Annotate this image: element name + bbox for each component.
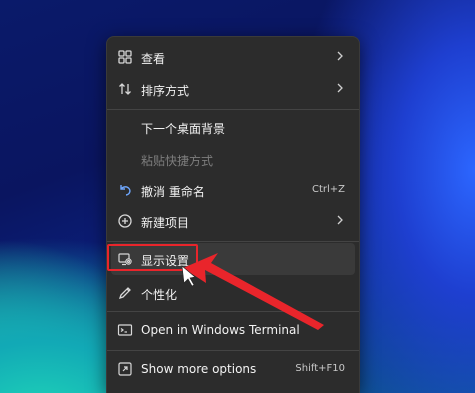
chevron-right-icon — [337, 215, 343, 225]
chevron-right-icon — [337, 51, 343, 61]
highlight-box — [107, 244, 198, 271]
menu-item-label: 新建项目 — [141, 216, 190, 230]
new-item-icon — [117, 213, 133, 229]
menu-item-label: 下一个桌面背景 — [141, 122, 226, 136]
separator — [107, 350, 359, 351]
grid-icon — [117, 49, 133, 65]
menu-item-label: 撤消 重命名 — [141, 185, 205, 199]
menu-item-label: Show more options — [141, 362, 257, 376]
menu-item-label: 查看 — [141, 52, 166, 66]
menu-item-undo-rename[interactable]: 撤消 重命名 Ctrl+Z — [111, 174, 355, 206]
shortcut-text: Shift+F10 — [295, 363, 345, 374]
separator — [107, 241, 359, 242]
menu-item-paste-shortcut: 粘贴快捷方式 — [111, 143, 355, 175]
shortcut-text: Ctrl+Z — [311, 184, 345, 195]
menu-item-label: 粘贴快捷方式 — [141, 154, 214, 168]
menu-item-label: 个性化 — [141, 288, 178, 302]
menu-item-next-background[interactable]: 下一个桌面背景 — [111, 111, 355, 143]
more-options-icon — [117, 361, 133, 377]
menu-item-personalize[interactable]: 个性化 — [111, 277, 355, 309]
menu-item-label: Open in Windows Terminal — [141, 323, 300, 337]
terminal-icon — [117, 322, 133, 338]
menu-item-show-more-options[interactable]: Show more options Shift+F10 — [111, 353, 355, 385]
undo-icon — [117, 182, 133, 198]
menu-item-new[interactable]: 新建项目 — [111, 205, 355, 237]
desktop-context-menu: 查看 排序方式 下一个桌面背景 粘贴快捷方式 撤消 重命名 Ctrl+Z 新建项… — [106, 36, 360, 393]
menu-item-open-terminal[interactable]: Open in Windows Terminal — [111, 314, 355, 346]
separator — [107, 311, 359, 312]
sort-icon — [117, 81, 133, 97]
menu-item-view[interactable]: 查看 — [111, 41, 355, 73]
chevron-right-icon — [337, 83, 343, 93]
menu-item-sort[interactable]: 排序方式 — [111, 73, 355, 105]
menu-item-label: 排序方式 — [141, 84, 190, 98]
personalize-pen-icon — [117, 285, 133, 301]
separator — [107, 109, 359, 110]
